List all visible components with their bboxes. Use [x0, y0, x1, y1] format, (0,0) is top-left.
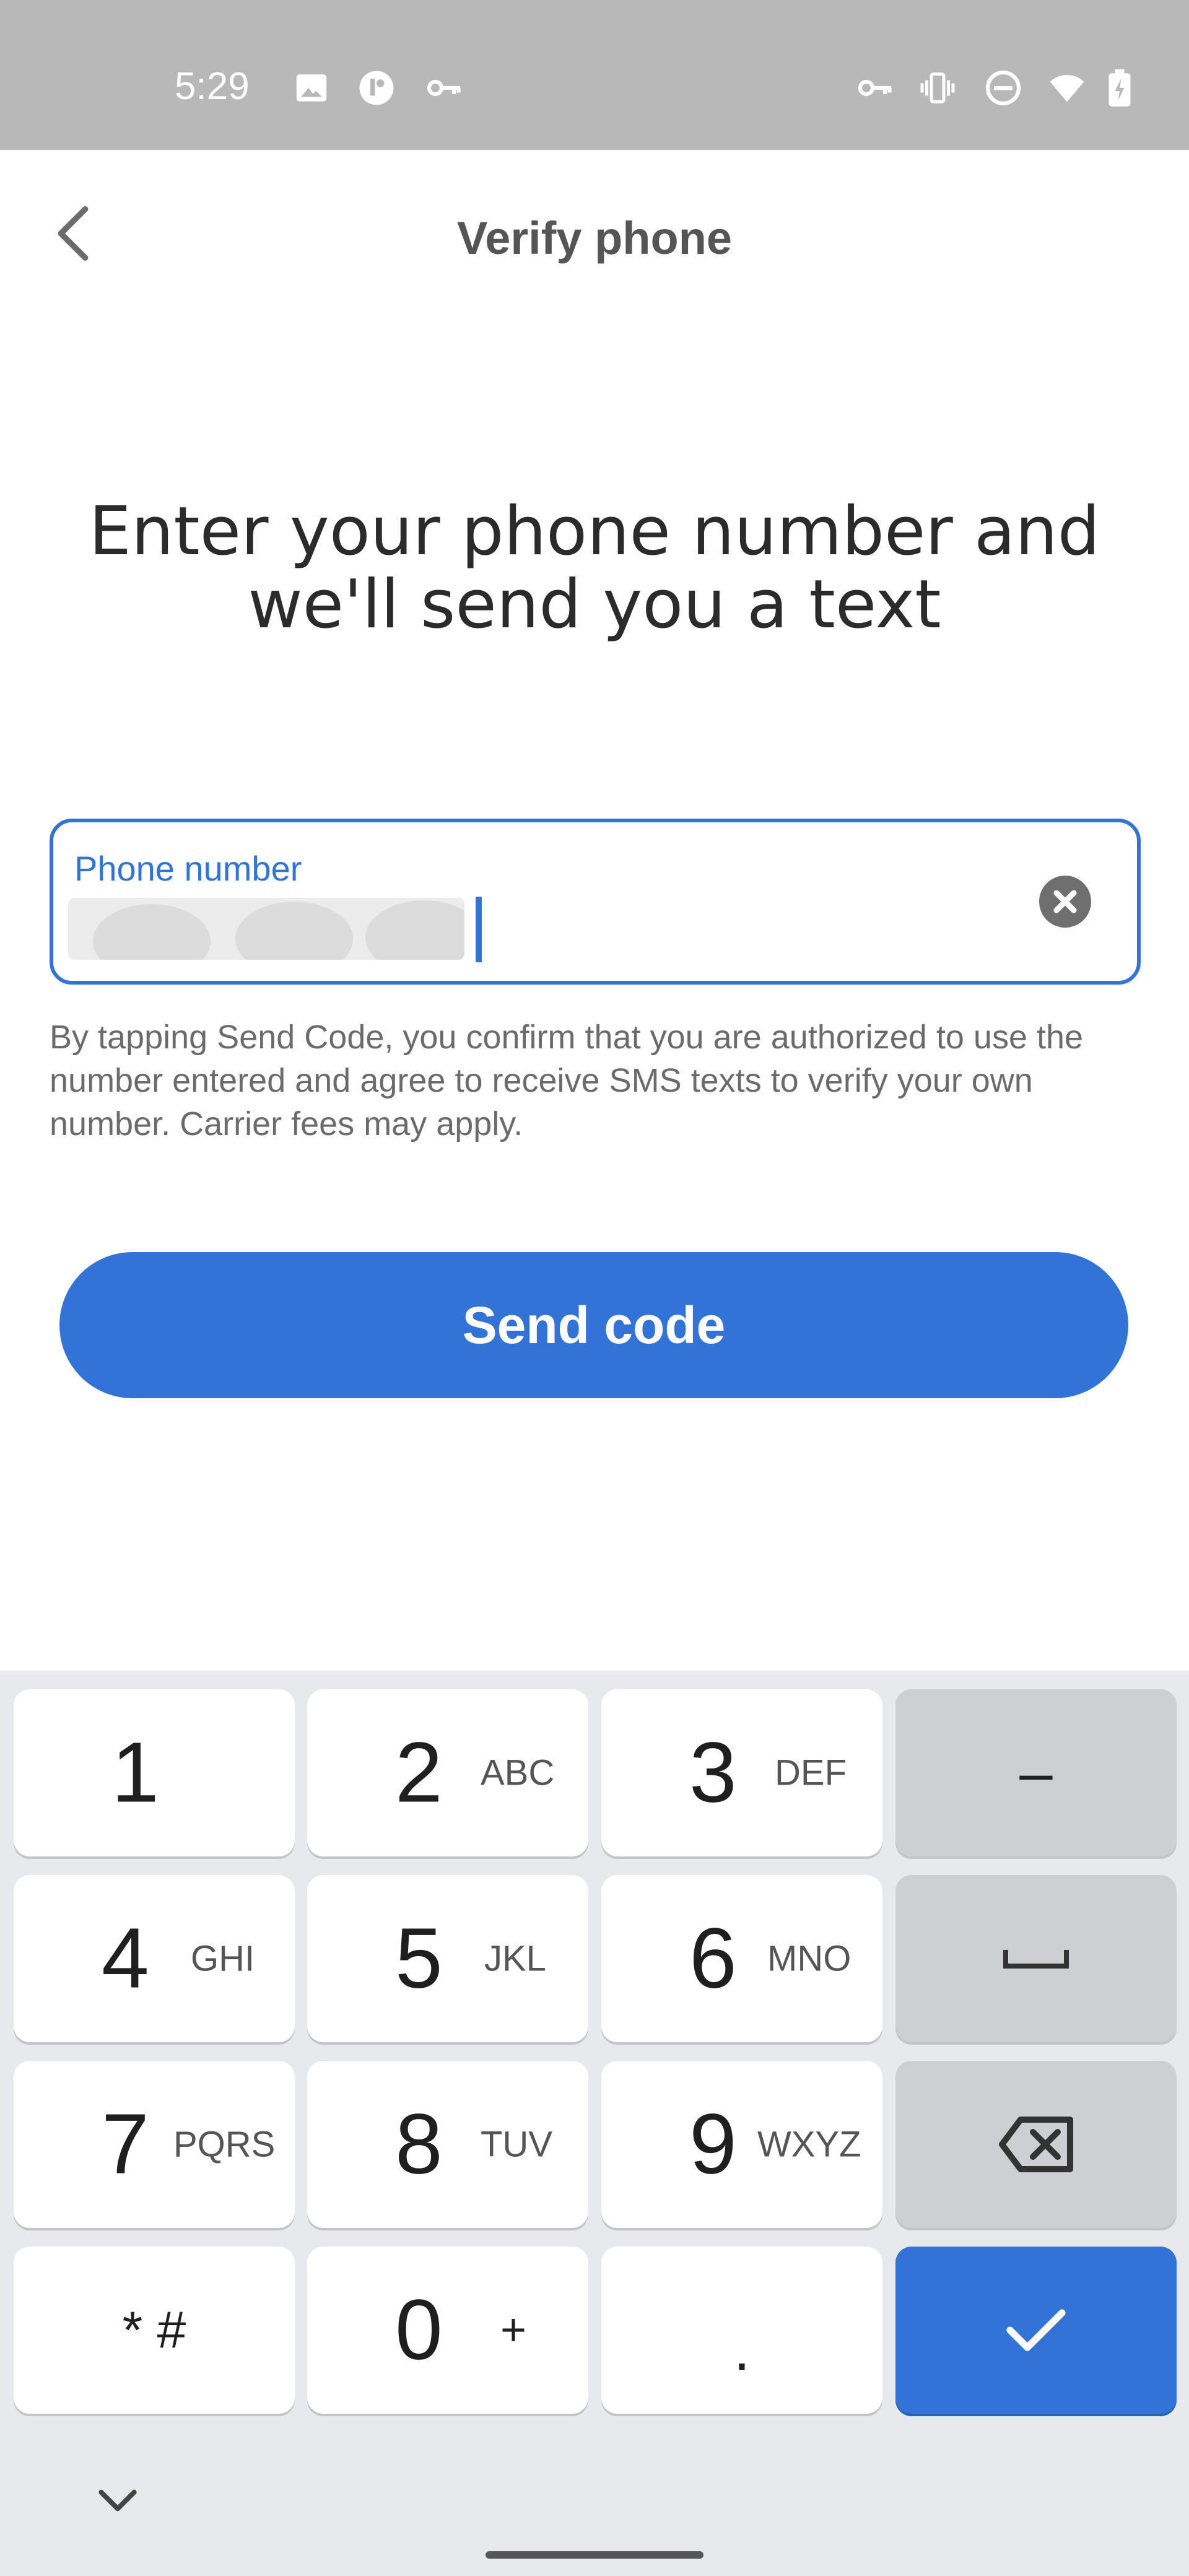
key-1[interactable]: 1 — [14, 1689, 295, 1856]
instruction-heading: Enter your phone number and we'll send y… — [89, 493, 1100, 643]
backspace-key[interactable] — [895, 2061, 1177, 2228]
navigation-handle[interactable] — [486, 2551, 703, 2559]
key-5[interactable]: 5 JKL — [307, 1875, 588, 2042]
clear-circle-icon — [1039, 876, 1091, 928]
key-0[interactable]: 0 + — [307, 2247, 588, 2414]
backspace-icon — [999, 2117, 1073, 2172]
status-time: 5:29 — [175, 65, 250, 108]
key-9[interactable]: 9 WXYZ — [601, 2061, 882, 2228]
key-4[interactable]: 4 GHI — [14, 1875, 295, 2042]
vpn-key-icon — [855, 69, 897, 107]
battery-charging-icon — [1106, 69, 1133, 107]
key-6[interactable]: 6 MNO — [601, 1875, 882, 2042]
key-star-hash[interactable]: * # — [14, 2247, 295, 2414]
send-code-button[interactable]: Send code — [59, 1252, 1128, 1398]
enter-key[interactable] — [895, 2247, 1177, 2414]
image-icon — [294, 69, 329, 107]
space-key[interactable] — [895, 1875, 1177, 2042]
clear-input-button[interactable] — [1039, 876, 1091, 928]
app-notification-icon — [355, 69, 398, 107]
key-dash[interactable]: – — [895, 1689, 1177, 1856]
keyboard-collapse-button[interactable] — [93, 2482, 142, 2519]
sms-disclaimer: By tapping Send Code, you confirm that y… — [50, 1019, 1084, 1142]
checkmark-icon — [1006, 2309, 1066, 2351]
key-3[interactable]: 3 DEF — [601, 1689, 882, 1856]
wifi-icon — [1045, 69, 1089, 107]
page-title: Verify phone — [456, 212, 733, 264]
do-not-disturb-icon — [983, 69, 1023, 107]
vibrate-icon — [915, 69, 960, 107]
key-period[interactable]: . — [601, 2247, 882, 2414]
text-cursor — [476, 897, 482, 962]
phone-number-field[interactable]: Phone number — [50, 819, 1141, 985]
key-2[interactable]: 2 ABC — [307, 1689, 588, 1856]
numeric-keyboard: 1 2 ABC 3 DEF – 4 GHI 5 JKL 6 MNO 7 PQRS… — [0, 1671, 1189, 2576]
app-bar: Verify phone — [0, 150, 1189, 323]
phone-number-value-redacted — [68, 898, 464, 960]
key-8[interactable]: 8 TUV — [307, 2061, 588, 2228]
phone-number-label: Phone number — [74, 849, 302, 888]
key-icon — [426, 69, 463, 107]
status-bar: 5:29 — [0, 0, 1189, 150]
chevron-down-icon — [98, 2489, 137, 2512]
space-bar-icon — [1003, 1950, 1069, 1969]
key-7[interactable]: 7 PQRS — [14, 2061, 295, 2228]
